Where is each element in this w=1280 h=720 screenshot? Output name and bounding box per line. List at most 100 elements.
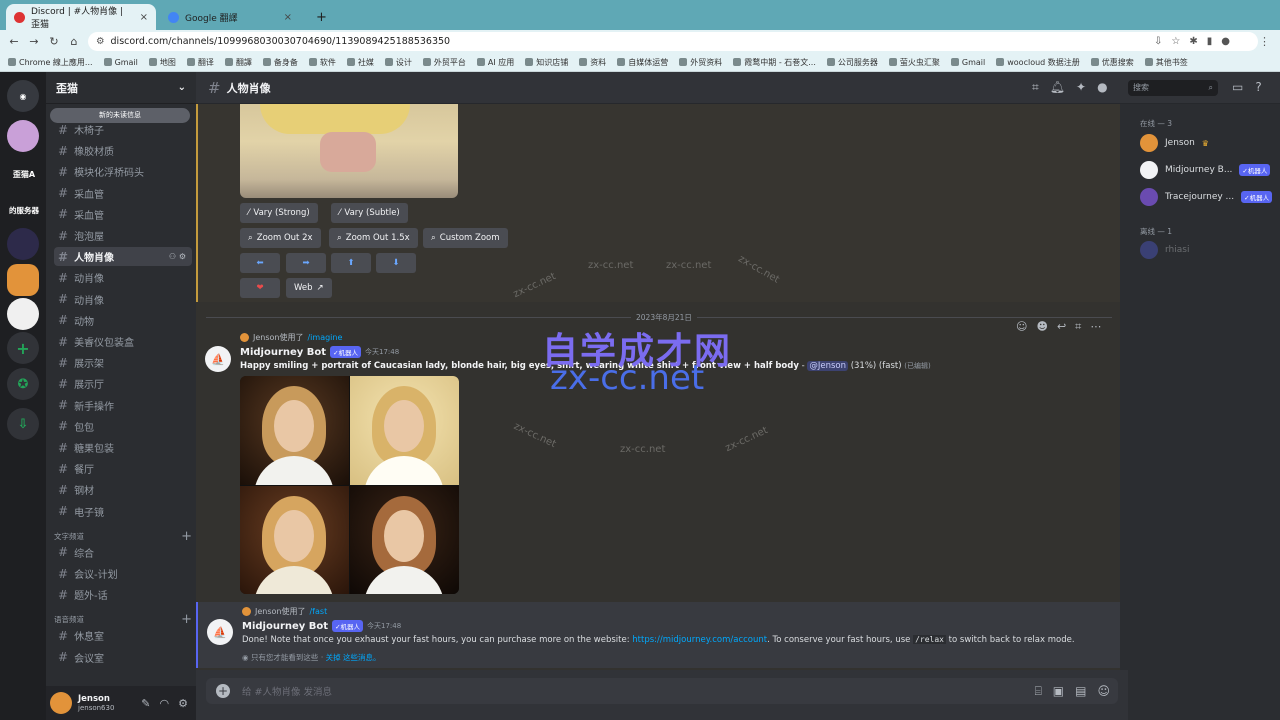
channel-item[interactable]: # 人物肖像 ⚇ ⚙ [54,247,192,267]
bookmark-item[interactable]: 公司服务器 [826,57,878,68]
bookmark-item[interactable]: 资料 [579,57,606,68]
channel-category[interactable]: 文字频道 + [54,529,192,544]
new-tab-button[interactable]: + [308,4,328,30]
create-channel-icon[interactable]: + [181,529,192,544]
pan-right-button[interactable]: ➡ [286,253,326,273]
reply-command[interactable]: /fast [309,607,327,616]
grid-image-1[interactable] [240,376,349,485]
author-name[interactable]: Midjourney Bot [242,621,328,632]
bookmark-item[interactable]: 翻译 [186,57,214,68]
reply-command[interactable]: /imagine [307,333,342,342]
reply-user[interactable]: Jenson使用了 [255,606,305,617]
gift-icon[interactable]: ⌸ [1035,684,1042,699]
channel-item[interactable]: # 休息室 [54,626,192,645]
pan-up-button[interactable]: ⬆ [331,253,371,273]
bookmark-item[interactable]: 自媒体运营 [617,57,668,68]
settings-gear-icon[interactable]: ⚙ [178,697,188,710]
member-item[interactable]: Jenson ♛ [1140,132,1274,154]
channel-item[interactable]: # 包包 [54,417,192,436]
bookmark-item[interactable]: 外贸平台 [422,57,466,68]
user-mention[interactable]: @Jenson [807,361,848,371]
scrollbar[interactable] [1120,104,1128,670]
forward-arrow-icon[interactable]: → [24,35,44,48]
bookmark-item[interactable]: 翻譯 [224,57,252,68]
channel-item[interactable]: # 展示厅 [54,374,192,393]
bookmark-item[interactable]: 外贸资料 [679,57,722,68]
bookmark-item[interactable]: 萤火虫汇聚 [888,57,940,68]
channel-settings-icon[interactable]: ⚇ ⚙ [169,252,186,261]
message-composer[interactable]: + 给 #人物肖像 发消息 ⌸ ▣ ▤ ☺ [206,678,1118,704]
vary-subtle-button[interactable]: ⁄ Vary (Subtle) [331,203,408,223]
bookmark-item[interactable]: 霞鹜中期 - 石巻文... [733,57,816,68]
dismiss-link[interactable]: 关掉 这些消息。 [326,653,381,662]
site-info-icon[interactable]: ⚙ [96,36,105,47]
channel-item[interactable]: # 钢材 [54,480,192,499]
server-label[interactable]: 的服务器 [4,194,44,226]
generated-image[interactable] [240,104,458,198]
headphones-icon[interactable]: ◠ [160,697,170,710]
pin-icon[interactable]: ✦ [1076,80,1086,95]
explore-compass-icon[interactable]: ✪ [7,368,39,400]
browser-tab-discord[interactable]: Discord | #人物肖像 | 歪猫 × [6,4,156,30]
bookmark-item[interactable]: Gmail [103,58,138,67]
channel-category[interactable]: 语音频道 + [54,612,192,627]
browser-tab-translate[interactable]: Google 翻譯 × [160,4,300,30]
sidepanel-icon[interactable]: ▮ [1207,36,1213,47]
bookmark-item[interactable]: 其他书签 [1144,57,1188,68]
avatar[interactable] [50,692,72,714]
home-icon[interactable]: ⌂ [64,35,84,48]
custom-zoom-button[interactable]: ⌕ Custom Zoom [423,228,508,248]
download-icon[interactable]: ⇩ [7,408,39,440]
menu-kebab-icon[interactable]: ⋮ [1259,35,1270,48]
profile-icon[interactable]: ● [1221,36,1230,47]
bell-icon[interactable]: 🔔︎ [1050,80,1065,95]
bot-avatar[interactable]: ⛵ [207,619,233,645]
bookmark-item[interactable]: 地图 [148,57,176,68]
bookmark-item[interactable]: Chrome 線上應用... [8,57,93,68]
emoji-icon[interactable]: ☺ [1097,684,1110,699]
channel-item[interactable]: # 橡胶材质 [54,141,192,160]
extension-icon[interactable]: ✱ [1189,36,1197,47]
web-button[interactable]: Web ↗ [286,278,332,298]
server-label[interactable]: 歪猫A [4,158,44,190]
back-arrow-icon[interactable]: ← [4,35,24,48]
channel-item[interactable]: # 会议室 [54,648,192,667]
vary-strong-button[interactable]: ⁄ Vary (Strong) [240,203,318,223]
server-avatar[interactable] [7,228,39,260]
server-avatar[interactable] [7,298,39,330]
channel-item[interactable]: # 木椅子 [54,120,192,139]
bookmark-item[interactable]: 知识店铺 [525,57,568,68]
bookmark-item[interactable]: 设计 [384,57,412,68]
threads-icon[interactable]: ⌗ [1032,80,1039,95]
pan-down-button[interactable]: ⬇ [376,253,416,273]
sticker-icon[interactable]: ▤ [1075,684,1086,699]
bookmark-item[interactable]: 软件 [308,57,336,68]
bookmark-item[interactable]: 备身备 [262,57,298,68]
url-field[interactable]: ⚙ discord.com/channels/10999680300307046… [88,32,1258,51]
channel-item[interactable]: # 餐厅 [54,459,192,478]
members-icon[interactable]: ● [1097,80,1107,95]
bookmark-item[interactable]: Gmail [950,58,985,67]
close-tab-icon[interactable]: × [284,12,292,23]
channel-item[interactable]: # 糖果包装 [54,438,192,457]
channel-item[interactable]: # 采血管 [54,184,192,203]
bot-avatar[interactable]: ⛵ [205,346,231,372]
install-icon[interactable]: ⇩ [1154,36,1162,47]
bookmark-item[interactable]: woocloud 数据注册 [996,57,1080,68]
member-item[interactable]: rhiasi [1140,239,1274,261]
channel-item[interactable]: # 泡泡屋 [54,226,192,245]
grid-image-2[interactable] [350,376,459,485]
author-name[interactable]: Midjourney Bot [240,347,326,358]
close-tab-icon[interactable]: × [140,12,148,23]
channel-item[interactable]: # 动物 [54,311,192,330]
star-icon[interactable]: ☆ [1171,36,1180,47]
channel-item[interactable]: # 动肖像 [54,290,192,309]
bookmark-item[interactable]: 优惠搜索 [1090,57,1134,68]
channel-item[interactable]: # 题外-话 [54,585,192,604]
heart-button[interactable]: ❤ [240,278,280,298]
pan-left-button[interactable]: ⬅ [240,253,280,273]
bookmark-item[interactable]: AI 应用 [476,57,514,68]
search-input[interactable]: 搜索 ⌕ [1128,80,1218,96]
mute-mic-icon[interactable]: ✎ [141,697,150,710]
inbox-icon[interactable]: ▭ [1232,80,1243,94]
